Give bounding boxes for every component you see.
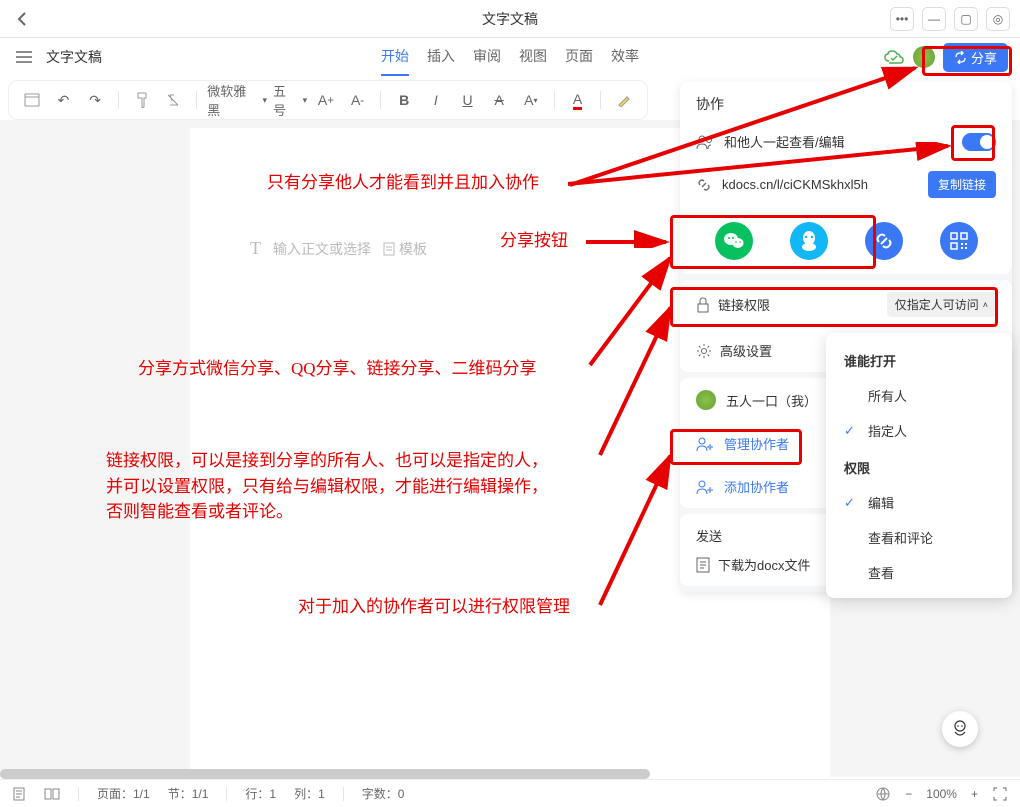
statusbar: 页面：1/1 节：1/1 行：1 列：1 字数：0 − 100% + bbox=[0, 779, 1020, 807]
user-avatar[interactable] bbox=[913, 46, 935, 68]
col-indicator: 列：1 bbox=[294, 785, 325, 802]
gear-icon bbox=[696, 343, 712, 359]
share-url: kdocs.cn/l/ciCKMSkhxl5h bbox=[722, 177, 918, 192]
section-indicator: 节：1/1 bbox=[168, 785, 209, 802]
text-insert-icon: T bbox=[250, 238, 261, 259]
format-painter-button[interactable] bbox=[129, 87, 155, 113]
popup-view-comment[interactable]: 查看和评论 bbox=[826, 520, 1012, 555]
zoom-in[interactable]: + bbox=[971, 787, 978, 801]
owner-avatar bbox=[696, 390, 716, 410]
more-button[interactable]: ••• bbox=[890, 7, 914, 31]
qq-share-icon[interactable] bbox=[790, 222, 828, 260]
placeholder-text: 输入正文或选择 bbox=[273, 239, 371, 259]
clear-format-button[interactable] bbox=[161, 87, 187, 113]
tab-page[interactable]: 页面 bbox=[565, 38, 593, 76]
maximize-button[interactable]: ▢ bbox=[954, 7, 978, 31]
document-name: 文字文稿 bbox=[46, 47, 102, 67]
underline-button[interactable]: U bbox=[455, 87, 481, 113]
qrcode-share-icon[interactable] bbox=[940, 222, 978, 260]
popup-view[interactable]: 查看 bbox=[826, 555, 1012, 590]
tab-review[interactable]: 审阅 bbox=[473, 38, 501, 76]
popup-edit[interactable]: ✓编辑 bbox=[826, 485, 1012, 520]
font-size-select[interactable]: 五号▾ bbox=[273, 81, 307, 119]
page-view-icon[interactable] bbox=[12, 787, 26, 801]
popup-specified[interactable]: ✓指定人 bbox=[826, 413, 1012, 448]
popup-perm-title: 权限 bbox=[826, 454, 1012, 485]
link-perm-select[interactable]: 仅指定人可访问˄ bbox=[887, 292, 996, 317]
globe-icon[interactable] bbox=[875, 786, 891, 802]
view-edit-label: 和他人一起查看/编辑 bbox=[724, 132, 952, 151]
text-effects-button[interactable]: A▾ bbox=[518, 87, 544, 113]
font-family-select[interactable]: 微软雅黑▾ bbox=[207, 81, 267, 119]
popup-who-title: 谁能打开 bbox=[826, 347, 1012, 378]
assistant-button[interactable] bbox=[942, 711, 978, 747]
horizontal-scrollbar[interactable] bbox=[0, 769, 650, 779]
increase-font-button[interactable]: A+ bbox=[313, 87, 339, 113]
word-count[interactable]: 字数：0 bbox=[362, 785, 405, 802]
minimize-button[interactable]: — bbox=[922, 7, 946, 31]
permission-popup: 谁能打开 所有人 ✓指定人 权限 ✓编辑 查看和评论 查看 bbox=[826, 333, 1012, 598]
toolbar: ↶ ↷ 微软雅黑▾ 五号▾ A+ A- B I U A A▾ A bbox=[8, 80, 648, 120]
font-color-button[interactable]: A bbox=[565, 87, 591, 113]
template-icon[interactable]: 模板 bbox=[383, 239, 427, 259]
tab-insert[interactable]: 插入 bbox=[427, 38, 455, 76]
tab-efficiency[interactable]: 效率 bbox=[611, 38, 639, 76]
wechat-share-icon[interactable] bbox=[715, 222, 753, 260]
advanced-settings[interactable]: 高级设置 bbox=[720, 341, 772, 360]
page-indicator[interactable]: 页面：1/1 bbox=[97, 785, 150, 802]
popup-everyone[interactable]: 所有人 bbox=[826, 378, 1012, 413]
bold-button[interactable]: B bbox=[391, 87, 417, 113]
window-title: 文字文稿 bbox=[482, 9, 538, 29]
highlight-button[interactable] bbox=[611, 87, 637, 113]
link-perm-label: 链接权限 bbox=[718, 295, 770, 314]
link-share-icon[interactable] bbox=[865, 222, 903, 260]
share-button[interactable]: 分享 bbox=[943, 43, 1008, 72]
decrease-font-button[interactable]: A- bbox=[345, 87, 371, 113]
reading-view-icon[interactable] bbox=[44, 788, 60, 800]
people-icon bbox=[696, 134, 714, 150]
target-button[interactable]: ◎ bbox=[986, 7, 1010, 31]
share-button-label: 分享 bbox=[971, 48, 997, 67]
lock-icon bbox=[696, 297, 710, 313]
collab-title: 协作 bbox=[680, 82, 1012, 122]
link-icon bbox=[696, 177, 712, 193]
redo-button[interactable]: ↷ bbox=[82, 87, 108, 113]
fullscreen-icon[interactable] bbox=[992, 786, 1008, 802]
zoom-level[interactable]: 100% bbox=[926, 787, 957, 801]
collab-toggle[interactable] bbox=[962, 133, 996, 151]
undo-button[interactable]: ↶ bbox=[51, 87, 77, 113]
tab-start[interactable]: 开始 bbox=[381, 38, 409, 76]
menu-icon[interactable] bbox=[12, 45, 36, 69]
strikethrough-button[interactable]: A bbox=[486, 87, 512, 113]
zoom-out[interactable]: − bbox=[905, 787, 912, 801]
italic-button[interactable]: I bbox=[423, 87, 449, 113]
cloud-sync-icon[interactable] bbox=[883, 46, 905, 68]
back-button[interactable] bbox=[10, 7, 34, 31]
line-indicator: 行：1 bbox=[245, 785, 276, 802]
copy-link-button[interactable]: 复制链接 bbox=[928, 171, 996, 198]
preview-icon[interactable] bbox=[19, 87, 45, 113]
tab-view[interactable]: 视图 bbox=[519, 38, 547, 76]
